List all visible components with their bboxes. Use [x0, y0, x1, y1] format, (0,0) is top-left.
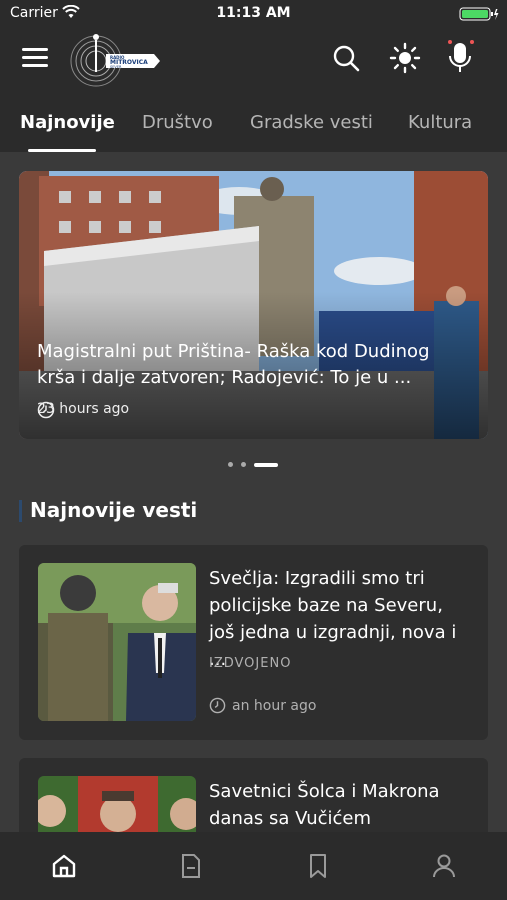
status-bar: Carrier 11:13 AM [0, 0, 507, 28]
section-title: Najnovije vesti [30, 498, 198, 522]
app-header: RADIO MITROVICA SEVER [0, 28, 507, 94]
radio-mitrovica-logo[interactable]: RADIO MITROVICA SEVER [70, 30, 162, 90]
tab-najnovije[interactable]: Najnovije [20, 112, 115, 133]
section-accent-bar [19, 500, 22, 522]
tab-gradske-vesti[interactable]: Gradske vesti [250, 112, 373, 133]
bottom-navigation [0, 832, 507, 900]
menu-line [22, 64, 48, 67]
svg-text:SEVER: SEVER [110, 65, 122, 69]
article-thumbnail [38, 776, 196, 832]
carousel-dot-active[interactable] [254, 462, 278, 467]
microphone-icon[interactable] [444, 38, 476, 76]
article-timestamp: an hour ago [209, 697, 316, 714]
hero-gradient [19, 171, 488, 439]
content-area: Magistralni put Priština- Raška kod Dudi… [0, 152, 507, 832]
menu-line [22, 56, 48, 59]
category-tabs: Najnovije Društvo Gradske vesti Kultura [0, 94, 507, 153]
clock-icon [209, 697, 226, 714]
hero-title[interactable]: Magistralni put Priština- Raška kod Dudi… [37, 339, 457, 391]
tab-drustvo[interactable]: Društvo [142, 112, 213, 133]
article-category[interactable]: IZDVOJENO [209, 656, 291, 671]
article-title[interactable]: Savetnici Šolca i Makrona danas sa Vučić… [209, 778, 474, 832]
article-card[interactable]: Svečlja: Izgradili smo tri policijske ba… [19, 545, 488, 740]
carousel-dot[interactable] [228, 462, 233, 467]
article-image [38, 563, 196, 721]
article-thumbnail [38, 563, 196, 721]
search-icon[interactable] [330, 42, 362, 74]
document-icon[interactable] [177, 852, 205, 880]
bookmark-icon[interactable] [304, 852, 332, 880]
tab-kultura[interactable]: Kultura [408, 112, 472, 133]
home-icon[interactable] [50, 852, 78, 880]
menu-button[interactable] [22, 48, 48, 68]
menu-line [22, 48, 48, 51]
article-image [38, 776, 196, 832]
profile-icon[interactable] [430, 852, 458, 880]
carousel-dot[interactable] [241, 462, 246, 467]
article-time-text: an hour ago [232, 697, 317, 714]
clock-icon [37, 401, 55, 419]
clock: 11:13 AM [216, 5, 291, 21]
hero-slide[interactable]: Magistralni put Priština- Raška kod Dudi… [19, 171, 488, 439]
article-card[interactable]: Savetnici Šolca i Makrona danas sa Vučić… [19, 758, 488, 832]
hero-timestamp: 23 hours ago [37, 401, 129, 419]
battery-icon [459, 7, 499, 21]
brightness-icon[interactable] [389, 42, 421, 74]
